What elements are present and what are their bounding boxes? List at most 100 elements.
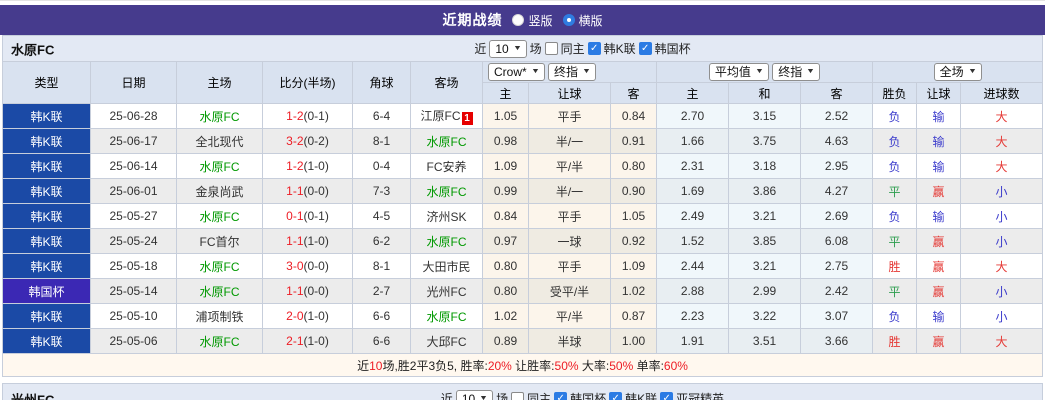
handicap-home-odds: 0.80	[482, 253, 529, 279]
away-team-cell: 水原FC	[410, 228, 483, 254]
score-cell: 1-2(1-0)	[262, 153, 353, 179]
rounds-select[interactable]: 10 ▼	[489, 39, 527, 58]
corners: 6-2	[352, 228, 411, 254]
chevron-down-icon: ▼	[530, 68, 540, 75]
full-time-score: 0-1	[286, 209, 304, 223]
next-match-filter-controls: 近 10 ▼ 场 同主 韩国杯 韩K联 亚冠精英	[441, 389, 724, 400]
handicap-away-odds: 0.90	[610, 178, 657, 204]
league-type-cell: 韩K联	[2, 328, 91, 354]
home-team-cell: 水原FC	[176, 328, 263, 354]
vertical-radio-label[interactable]: 竖版	[528, 12, 552, 29]
next-rounds-select[interactable]: 10 ▼	[455, 389, 494, 400]
match-row: 韩K联 25-05-06 水原FC 2-1(1-0) 6-6 大邱FC 0.89…	[2, 328, 1044, 354]
half-time-score: (0-0)	[303, 284, 329, 298]
next-filter-korean-cup-label[interactable]: 韩国杯	[570, 390, 606, 400]
away-team-cell: FC安养	[410, 153, 483, 179]
europe-home-odds: 2.23	[656, 303, 729, 329]
team-section-header: 水原FC 近 10 ▼ 场 同主 韩K联 韩国杯	[2, 35, 1043, 61]
subcol-handicap-away: 客	[610, 82, 657, 104]
full-time-score: 2-1	[286, 334, 304, 348]
layout-vertical-option[interactable]: 竖版	[512, 12, 553, 29]
next-filter-kleague-label[interactable]: 韩K联	[625, 390, 657, 400]
half-time-score: (1-0)	[303, 234, 329, 248]
away-team: 济州SK	[426, 209, 467, 224]
chevron-down-icon: ▼	[806, 68, 816, 75]
horizontal-radio-icon[interactable]	[562, 14, 575, 26]
handicap-line: 半/一	[528, 128, 611, 154]
corners: 6-6	[352, 303, 411, 329]
league-type-cell: 韩K联	[2, 153, 91, 179]
games-label: 场	[496, 392, 509, 400]
handicap-company-select[interactable]: Crow* ▼	[488, 63, 545, 81]
europe-time-select[interactable]: 终指 ▼	[772, 63, 821, 81]
same-home-checkbox[interactable]	[544, 42, 558, 55]
filter-kleague-checkbox[interactable]	[587, 42, 601, 55]
away-team: FC安养	[426, 159, 467, 174]
next-same-home-checkbox[interactable]	[511, 392, 525, 400]
result-wdl: 胜	[872, 253, 918, 279]
away-team-cell: 水原FC	[410, 303, 483, 329]
subcol-europe-away: 客	[799, 82, 874, 104]
full-time-score: 1-1	[286, 234, 304, 248]
match-row: 韩K联 25-05-24 FC首尔 1-1(1-0) 6-2 水原FC 0.97…	[2, 228, 1044, 254]
result-handicap: 赢	[916, 253, 962, 279]
chevron-down-icon: ▼	[967, 68, 977, 75]
vertical-radio-icon[interactable]	[512, 14, 525, 26]
next-filter-korean-cup-checkbox[interactable]	[554, 392, 568, 400]
handicap-company-value: Crow*	[494, 65, 527, 79]
result-handicap: 输	[916, 203, 962, 229]
match-row: 韩K联 25-05-18 水原FC 3-0(0-0) 8-1 大田市民 0.80…	[2, 253, 1044, 279]
horizontal-radio-label[interactable]: 横版	[579, 12, 603, 29]
match-date: 25-05-14	[90, 278, 177, 304]
col-header-date: 日期	[90, 61, 177, 104]
score-cell: 3-2(0-2)	[262, 128, 353, 154]
europe-home-odds: 2.31	[656, 153, 729, 179]
half-time-score: (1-0)	[303, 309, 329, 323]
chevron-down-icon: ▼	[754, 68, 764, 75]
next-filter-acl-label[interactable]: 亚冠精英	[676, 390, 724, 400]
europe-away-odds: 2.52	[799, 103, 874, 129]
corners: 6-4	[352, 103, 411, 129]
away-team: 水原FC	[426, 234, 467, 249]
layout-horizontal-option[interactable]: 横版	[562, 12, 603, 29]
europe-away-odds: 4.63	[799, 128, 874, 154]
half-time-score: (0-2)	[303, 134, 329, 148]
subcol-europe-draw: 和	[728, 82, 801, 104]
score-cell: 2-0(1-0)	[262, 303, 353, 329]
filter-korean-cup-checkbox[interactable]	[638, 42, 652, 55]
europe-away-odds: 3.66	[799, 328, 874, 354]
home-team-cell: 水原FC	[176, 153, 263, 179]
results-tbody: 韩K联 25-06-28 水原FC 1-2(0-1) 6-4 江原FC 1 1.0…	[2, 103, 1044, 354]
next-same-home-label[interactable]: 同主	[527, 390, 551, 400]
result-handicap: 赢	[916, 178, 962, 204]
subcol-result-wdl: 胜负	[872, 82, 918, 104]
europe-company-select[interactable]: 平均值 ▼	[708, 63, 769, 81]
team-name: 水原FC	[11, 42, 55, 57]
corners: 4-5	[352, 203, 411, 229]
europe-away-odds: 4.27	[799, 178, 874, 204]
chevron-down-icon: ▼	[581, 68, 591, 75]
next-filter-kleague-checkbox[interactable]	[609, 392, 623, 400]
handicap-time-select[interactable]: 终指 ▼	[547, 63, 596, 81]
home-team: 水原FC	[199, 284, 240, 299]
filter-korean-cup-label[interactable]: 韩国杯	[655, 40, 691, 57]
home-team-cell: 水原FC	[176, 203, 263, 229]
league-type-cell: 韩国杯	[2, 278, 91, 304]
filter-kleague-label[interactable]: 韩K联	[604, 40, 636, 57]
same-home-label[interactable]: 同主	[561, 40, 585, 57]
europe-away-odds: 2.69	[799, 203, 874, 229]
league-type-cell: 韩K联	[2, 103, 91, 129]
scope-select[interactable]: 全场 ▼	[933, 63, 982, 81]
subcol-handicap-line: 让球	[528, 82, 611, 104]
home-team-cell: 浦项制铁	[176, 303, 263, 329]
score-cell: 1-2(0-1)	[262, 103, 353, 129]
handicap-time-value: 终指	[553, 65, 578, 79]
europe-home-odds: 2.49	[656, 203, 729, 229]
europe-draw-odds: 3.86	[728, 178, 801, 204]
next-filter-acl-checkbox[interactable]	[660, 392, 674, 400]
result-goals: 大	[960, 128, 1044, 154]
handicap-away-odds: 0.84	[610, 103, 657, 129]
injury-count-badge: 1	[461, 112, 473, 125]
handicap-home-odds: 1.02	[482, 303, 529, 329]
chevron-down-icon: ▼	[512, 44, 522, 52]
